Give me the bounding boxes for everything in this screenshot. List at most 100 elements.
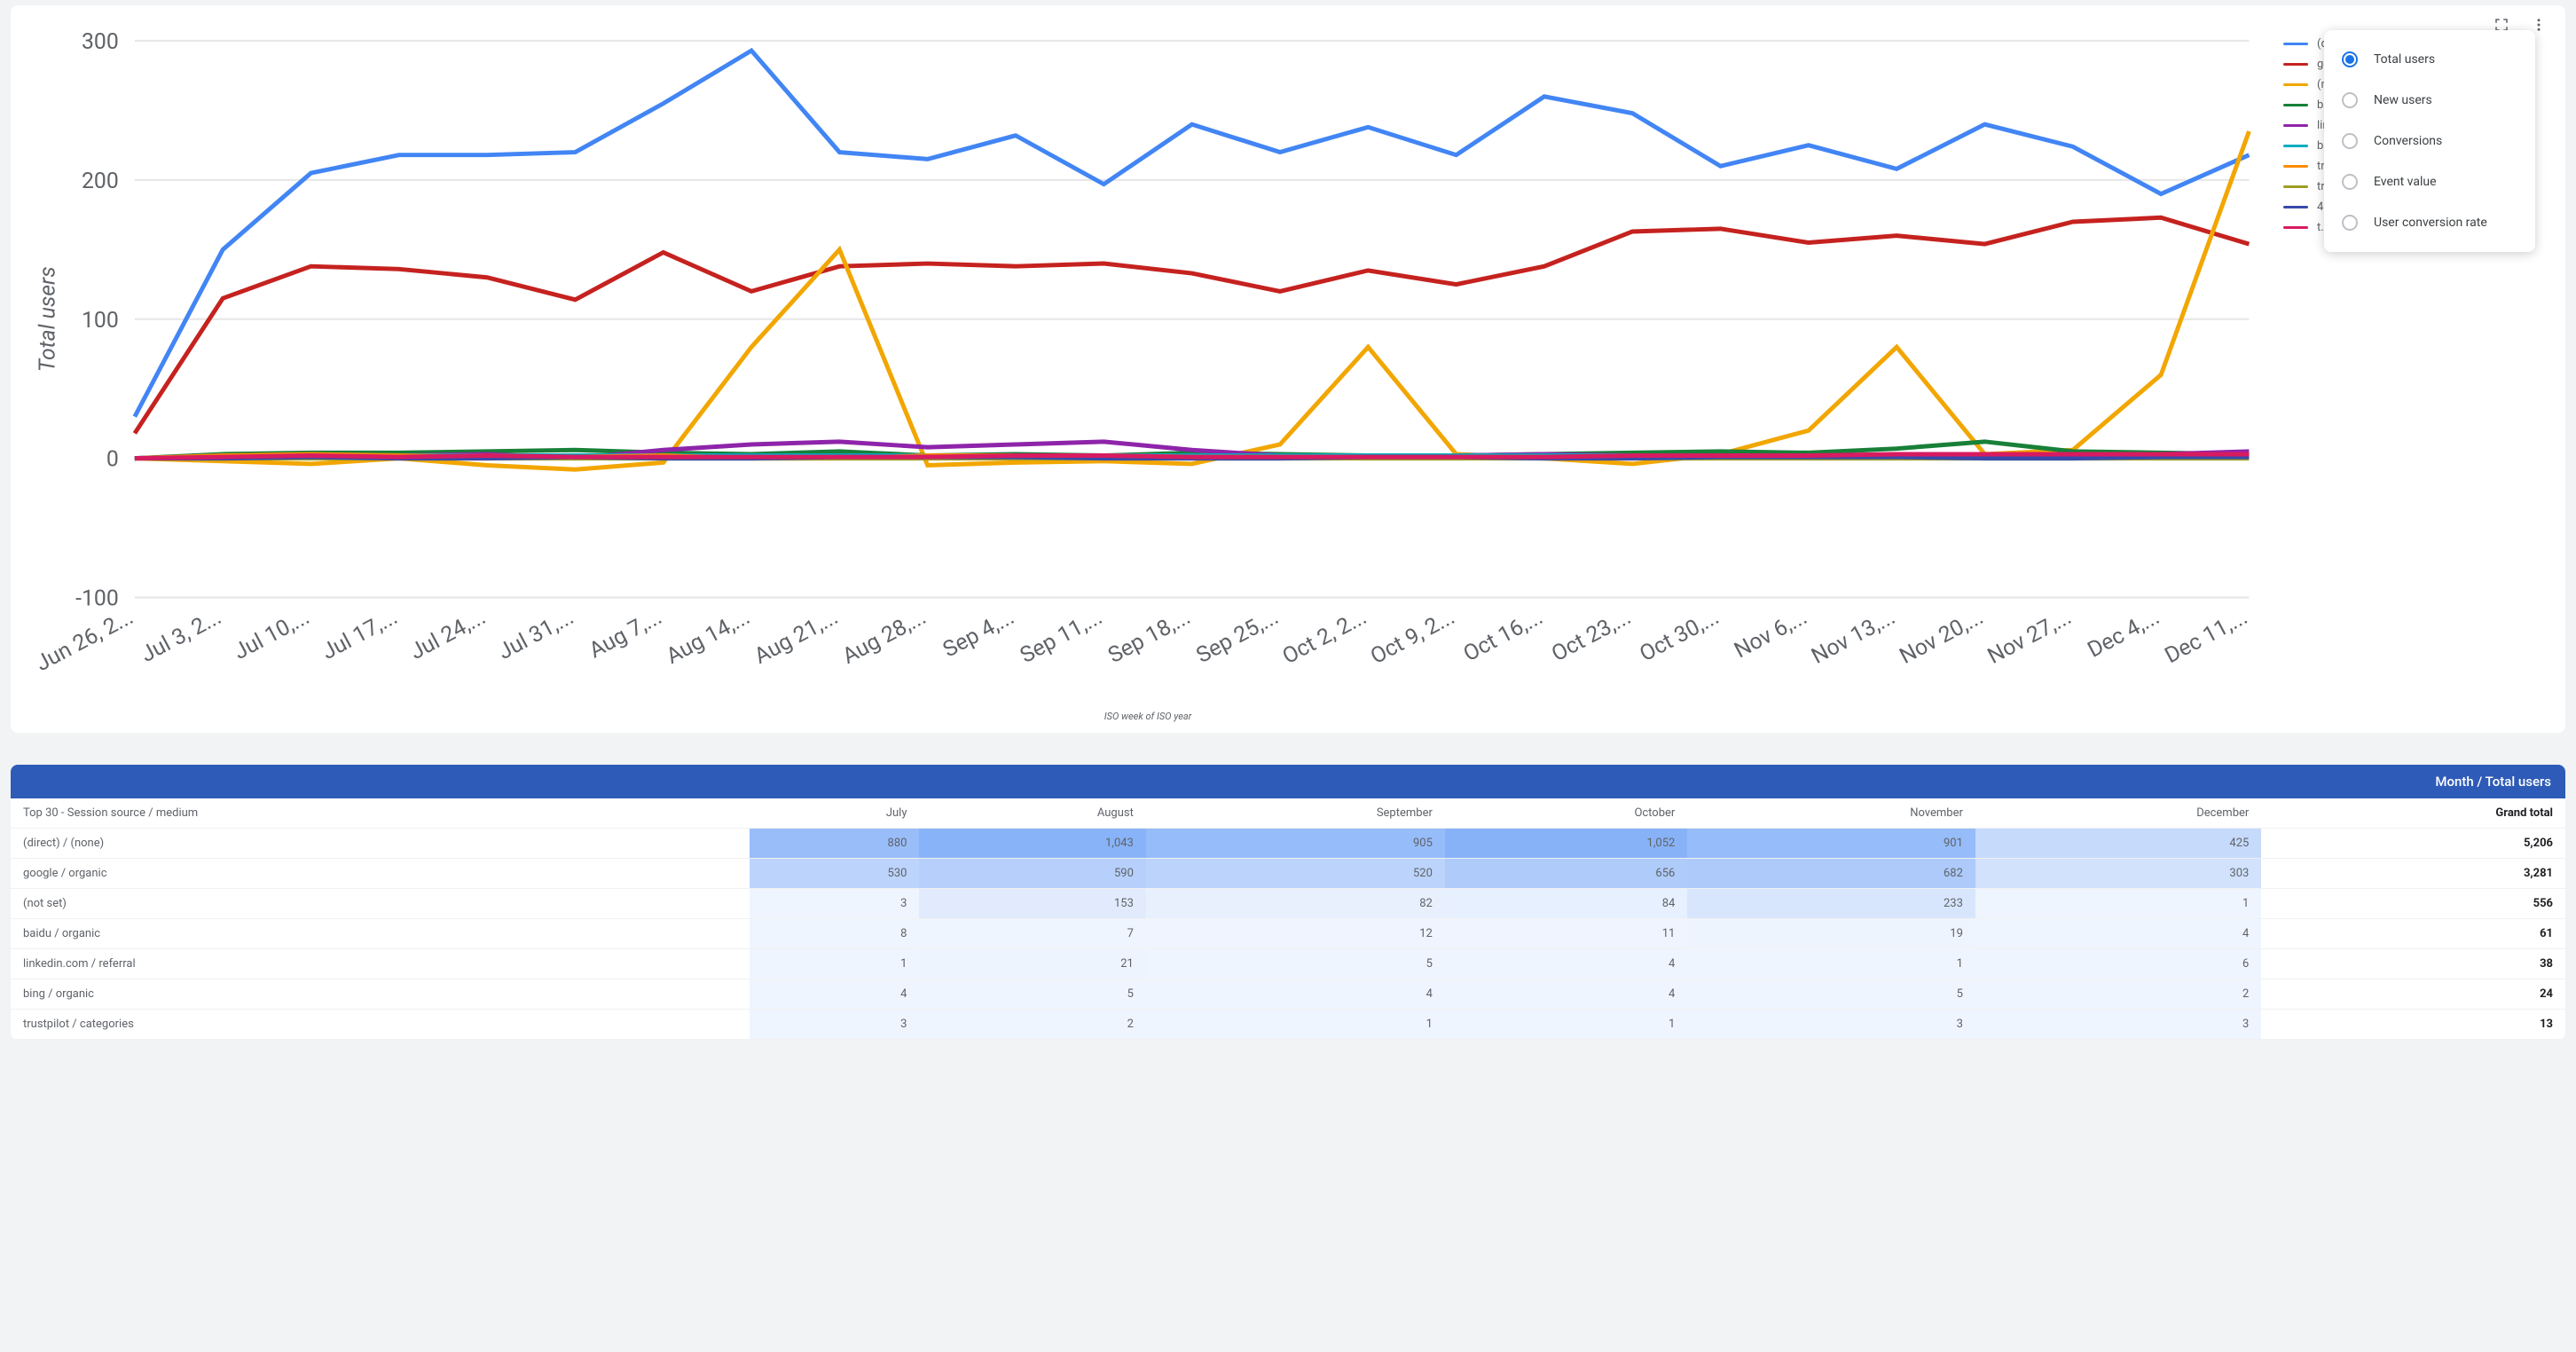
row-label: linkedin.com / referral [11,949,750,979]
table-cell: 1 [1975,889,2261,919]
table-cell: 682 [1687,859,1975,889]
row-label: trustpilot / categories [11,1010,750,1040]
legend-swatch [2283,145,2308,147]
legend-swatch [2283,43,2308,45]
table-cell: 1 [750,949,919,979]
table-row[interactable]: trustpilot / categories32113313 [11,1010,2565,1040]
legend-swatch [2283,206,2308,208]
table-grand-header[interactable]: Grand total [2261,798,2565,829]
table-cell: 4 [1445,949,1687,979]
metric-option[interactable]: Total users [2324,39,2535,80]
svg-text:Nov 13,...: Nov 13,... [1808,604,1900,670]
row-label: (direct) / (none) [11,829,750,859]
table-cell: 3 [1687,1010,1975,1040]
table-row[interactable]: (not set)315382842331556 [11,889,2565,919]
svg-text:Sep 25,...: Sep 25,... [1192,604,1283,669]
table-cell: 590 [919,859,1145,889]
table-col-header[interactable]: July [750,798,919,829]
table-col-header[interactable]: October [1445,798,1687,829]
svg-text:Oct 23,...: Oct 23,... [1547,604,1635,667]
metric-option-label: Total users [2374,52,2435,67]
table-cell: 7 [919,919,1145,949]
table-col-header[interactable]: December [1975,798,2261,829]
table-cell: 905 [1146,829,1445,859]
radio-icon [2342,51,2358,67]
metric-option[interactable]: New users [2324,80,2535,121]
line-chart-card: Total users New usersConversionsEvent val… [11,5,2565,733]
table-cell: 4 [1146,979,1445,1010]
legend-swatch [2283,63,2308,66]
table-cell: 2 [1975,979,2261,1010]
table-cell: 19 [1687,919,1975,949]
svg-text:Total users: Total users [35,266,61,372]
table-cell: 233 [1687,889,1975,919]
svg-text:Sep 18,...: Sep 18,... [1104,604,1195,669]
legend-swatch [2283,104,2308,106]
svg-text:Oct 16,...: Oct 16,... [1459,604,1547,667]
svg-text:Aug 21,...: Aug 21,... [750,604,843,670]
legend-swatch [2283,124,2308,127]
table-col-header[interactable]: November [1687,798,1975,829]
row-grand-total: 556 [2261,889,2565,919]
row-grand-total: 24 [2261,979,2565,1010]
row-label: baidu / organic [11,919,750,949]
table-cell: 530 [750,859,919,889]
row-grand-total: 13 [2261,1010,2565,1040]
svg-text:Aug 14,...: Aug 14,... [663,604,755,670]
table-row[interactable]: (direct) / (none)8801,0439051,0529014255… [11,829,2565,859]
svg-text:Nov 20,...: Nov 20,... [1896,604,1988,670]
table-row[interactable]: baidu / organic87121119461 [11,919,2565,949]
table-cell: 5 [919,979,1145,1010]
svg-text:Nov 27,...: Nov 27,... [1983,604,2076,670]
table-cell: 84 [1445,889,1687,919]
table-cell: 1,052 [1445,829,1687,859]
table-header-row: Top 30 - Session source / mediumJulyAugu… [11,798,2565,829]
table-left-header: Top 30 - Session source / medium [11,798,750,829]
legend-swatch [2283,83,2308,86]
table-cell: 303 [1975,859,2261,889]
row-grand-total: 38 [2261,949,2565,979]
table-cell: 153 [919,889,1145,919]
metric-option[interactable]: Event value [2324,161,2535,202]
table-cell: 3 [750,889,919,919]
table-cell: 1,043 [919,829,1145,859]
svg-text:Oct 2, 2...: Oct 2, 2... [1278,604,1370,670]
svg-text:Jul 31,...: Jul 31,... [494,604,578,665]
svg-text:Jul 24,...: Jul 24,... [406,604,491,665]
svg-text:Sep 11,...: Sep 11,... [1016,604,1106,669]
metric-option[interactable]: Conversions [2324,121,2535,161]
svg-text:200: 200 [82,169,119,194]
svg-text:Sep 4,...: Sep 4,... [939,604,1018,663]
table-cell: 1 [1445,1010,1687,1040]
table-row[interactable]: linkedin.com / referral121541638 [11,949,2565,979]
table-cell: 3 [1975,1010,2261,1040]
table-cell: 2 [919,1010,1145,1040]
table-cell: 1 [1146,1010,1445,1040]
table-row[interactable]: google / organic5305905206566823033,281 [11,859,2565,889]
table-cell: 12 [1146,919,1445,949]
table-cell: 5 [1687,979,1975,1010]
table-row[interactable]: bing / organic45445224 [11,979,2565,1010]
row-label: google / organic [11,859,750,889]
table-cell: 425 [1975,829,2261,859]
table-cell: 4 [1445,979,1687,1010]
row-label: (not set) [11,889,750,919]
metric-option-label: User conversion rate [2374,216,2487,230]
table-col-header[interactable]: September [1146,798,1445,829]
svg-text:Jun 26, 2...: Jun 26, 2... [32,604,137,677]
legend-swatch [2283,165,2308,168]
radio-icon [2342,174,2358,190]
legend-swatch [2283,226,2308,229]
metric-option[interactable]: User conversion rate [2324,202,2535,243]
svg-text:0: 0 [106,447,119,473]
radio-icon [2342,92,2358,108]
line-chart[interactable]: Total users-1000100200300Jun 26, 2...Jul… [27,25,2269,722]
table-cell: 82 [1146,889,1445,919]
svg-text:Dec 4,...: Dec 4,... [2084,604,2164,663]
metric-selector-popup: Total users New usersConversionsEvent val… [2324,30,2535,252]
svg-text:Jul 17,...: Jul 17,... [318,604,402,665]
table-cell: 4 [1975,919,2261,949]
table-col-header[interactable]: August [919,798,1145,829]
svg-text:Aug 7,...: Aug 7,... [585,604,666,664]
row-grand-total: 5,206 [2261,829,2565,859]
